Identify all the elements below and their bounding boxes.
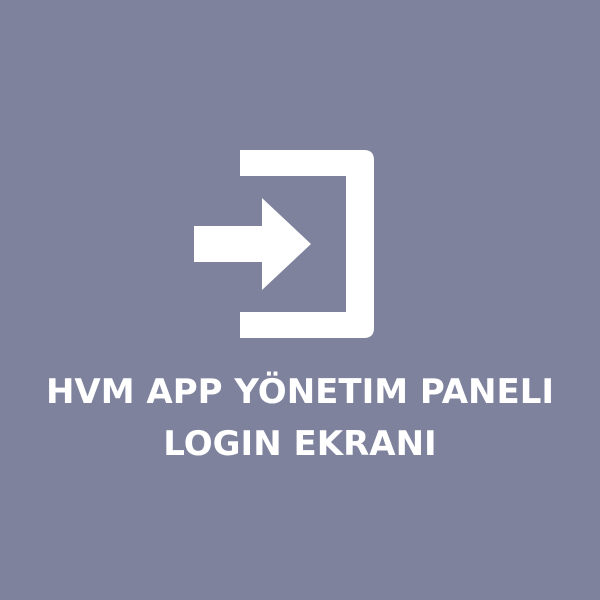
login-enter-icon <box>194 150 374 338</box>
screen-title: HVM APP YÖNETIM PANELI LOGIN EKRANI <box>0 366 600 470</box>
enter-arrow-shape <box>194 198 311 290</box>
screen-title-line-2: LOGIN EKRANI <box>163 424 437 464</box>
login-splash-screen: HVM APP YÖNETIM PANELI LOGIN EKRANI <box>0 0 600 600</box>
screen-title-line-1: HVM APP YÖNETIM PANELI <box>45 372 555 412</box>
